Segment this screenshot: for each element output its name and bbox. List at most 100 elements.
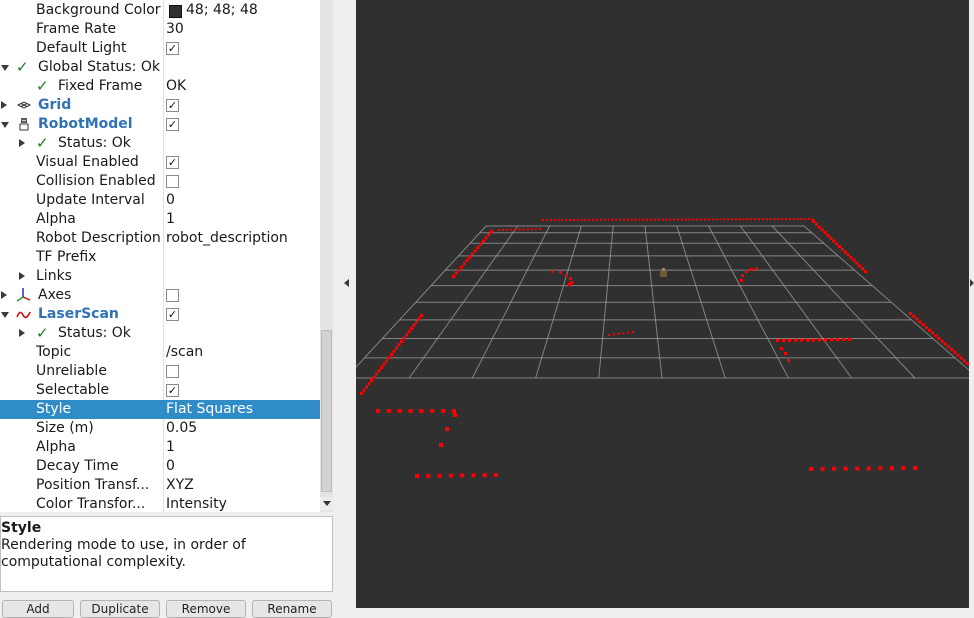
property-row[interactable]: Decay Time 0 — [0, 457, 320, 476]
property-row[interactable]: ✓ Status: Ok — [0, 324, 320, 343]
property-row[interactable]: Style Flat Squares — [0, 400, 320, 419]
property-value[interactable]: XYZ — [166, 476, 318, 495]
scan-point — [788, 218, 791, 221]
scan-point — [376, 409, 380, 413]
property-value[interactable]: 48; 48; 48 — [186, 1, 316, 20]
add-button[interactable]: Add — [2, 600, 74, 618]
property-row[interactable]: Color Transfor... Intensity — [0, 495, 320, 512]
scan-point — [569, 218, 571, 221]
property-value[interactable]: 0 — [166, 457, 318, 476]
property-row[interactable]: Selectable ✓ — [0, 381, 320, 400]
expand-arrow-icon[interactable] — [1, 291, 7, 299]
property-row[interactable]: Robot Description robot_description — [0, 229, 320, 248]
property-value[interactable]: 1 — [166, 210, 318, 229]
checkbox[interactable]: ✓ — [166, 99, 179, 112]
status-ok-icon: ✓ — [36, 324, 49, 342]
checkbox[interactable]: ✓ — [166, 156, 179, 169]
property-value[interactable]: OK — [166, 77, 318, 96]
collapse-right-icon[interactable] — [970, 279, 974, 287]
expand-arrow-icon[interactable] — [19, 272, 25, 280]
scan-point — [545, 218, 548, 221]
checkbox[interactable] — [166, 175, 179, 188]
property-row[interactable]: Default Light ✓ — [0, 39, 320, 58]
panel-splitter[interactable] — [335, 0, 356, 608]
property-value[interactable]: Intensity — [166, 495, 318, 512]
scan-point — [700, 218, 703, 221]
property-row[interactable]: ✓ Global Status: Ok — [0, 58, 320, 77]
property-row[interactable]: RobotModel ✓ — [0, 115, 320, 134]
remove-button[interactable]: Remove — [166, 600, 246, 618]
checkbox[interactable]: ✓ — [166, 118, 179, 131]
property-name: Default Light — [36, 40, 127, 56]
expand-arrow-icon[interactable] — [19, 139, 25, 147]
scan-point — [673, 218, 676, 221]
property-row[interactable]: Size (m) 0.05 — [0, 419, 320, 438]
property-row[interactable]: Unreliable — [0, 362, 320, 381]
property-value[interactable] — [166, 248, 318, 267]
property-value[interactable]: Flat Squares — [166, 400, 318, 419]
property-row[interactable]: Collision Enabled — [0, 172, 320, 191]
scan-point — [858, 264, 862, 268]
collapse-arrow-icon[interactable] — [1, 122, 9, 128]
property-name: Global Status: Ok — [38, 59, 161, 75]
scan-point — [711, 218, 714, 221]
tree-scrollbar[interactable] — [320, 0, 333, 512]
property-row[interactable]: Update Interval 0 — [0, 191, 320, 210]
property-row[interactable]: TF Prefix — [0, 248, 320, 267]
property-row[interactable]: LaserScan ✓ — [0, 305, 320, 324]
property-row[interactable]: Visual Enabled ✓ — [0, 153, 320, 172]
collapse-arrow-icon[interactable] — [1, 65, 9, 71]
scan-point — [482, 473, 487, 478]
duplicate-button[interactable]: Duplicate — [80, 600, 160, 618]
scan-point — [754, 218, 757, 221]
checkbox[interactable]: ✓ — [166, 42, 179, 55]
property-value[interactable]: 0 — [166, 191, 318, 210]
property-value[interactable]: /scan — [166, 343, 318, 362]
checkbox[interactable]: ✓ — [166, 384, 179, 397]
checkbox[interactable] — [166, 365, 179, 378]
property-row[interactable]: Topic/scan — [0, 343, 320, 362]
property-value[interactable]: robot_description — [166, 229, 318, 248]
checkbox[interactable]: ✓ — [166, 308, 179, 321]
scroll-down-button[interactable] — [320, 497, 333, 510]
scan-point — [453, 413, 457, 417]
scan-point — [864, 270, 867, 273]
property-row[interactable]: Axes — [0, 286, 320, 305]
property-row[interactable]: Position Transf... XYZ — [0, 476, 320, 495]
scan-point — [931, 331, 935, 335]
property-row[interactable]: Alpha 1 — [0, 210, 320, 229]
scan-point — [619, 218, 622, 221]
scan-point — [809, 467, 813, 471]
checkbox[interactable] — [166, 289, 179, 302]
property-value[interactable]: 30 — [166, 20, 318, 39]
property-row[interactable]: ✓ Fixed Frame OK — [0, 77, 320, 96]
expand-arrow-icon[interactable] — [19, 329, 25, 337]
scan-point — [934, 334, 938, 338]
scan-point — [953, 350, 957, 354]
scan-point — [627, 331, 630, 334]
scan-point — [419, 409, 424, 413]
collapse-arrow-icon[interactable] — [1, 312, 9, 318]
property-value[interactable]: 0.05 — [166, 419, 318, 438]
collapse-left-icon[interactable] — [344, 279, 349, 287]
property-row[interactable]: Links — [0, 267, 320, 286]
property-row[interactable]: Background Color 48; 48; 48 — [0, 1, 320, 20]
scan-point — [829, 236, 833, 240]
property-value[interactable]: 1 — [166, 438, 318, 457]
scan-point — [835, 242, 839, 246]
right-splitter[interactable] — [969, 0, 974, 608]
color-swatch[interactable] — [169, 5, 182, 18]
property-row[interactable]: ✓ Status: Ok — [0, 134, 320, 153]
property-row[interactable]: Grid ✓ — [0, 96, 320, 115]
property-row[interactable]: Alpha 1 — [0, 438, 320, 457]
property-row[interactable]: Frame Rate 30 — [0, 20, 320, 39]
3d-scene[interactable] — [356, 0, 969, 608]
expand-arrow-icon[interactable] — [1, 101, 7, 109]
scan-point — [479, 242, 483, 246]
scrollbar-thumb[interactable] — [321, 330, 332, 492]
scan-point — [719, 218, 722, 221]
render-viewport[interactable] — [356, 0, 969, 608]
scan-point — [653, 218, 656, 221]
rename-button[interactable]: Rename — [252, 600, 332, 618]
status-ok-icon: ✓ — [36, 134, 49, 152]
